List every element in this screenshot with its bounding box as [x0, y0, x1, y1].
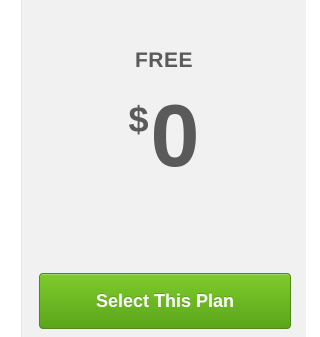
plan-name: FREE	[134, 49, 193, 72]
select-plan-button[interactable]: Select This Plan	[39, 273, 291, 329]
plan-card: FREE $0 Select This Plan	[21, 0, 306, 337]
price-currency: $	[128, 99, 149, 140]
plan-price: $0	[22, 92, 306, 180]
price-amount: 0	[150, 86, 200, 185]
